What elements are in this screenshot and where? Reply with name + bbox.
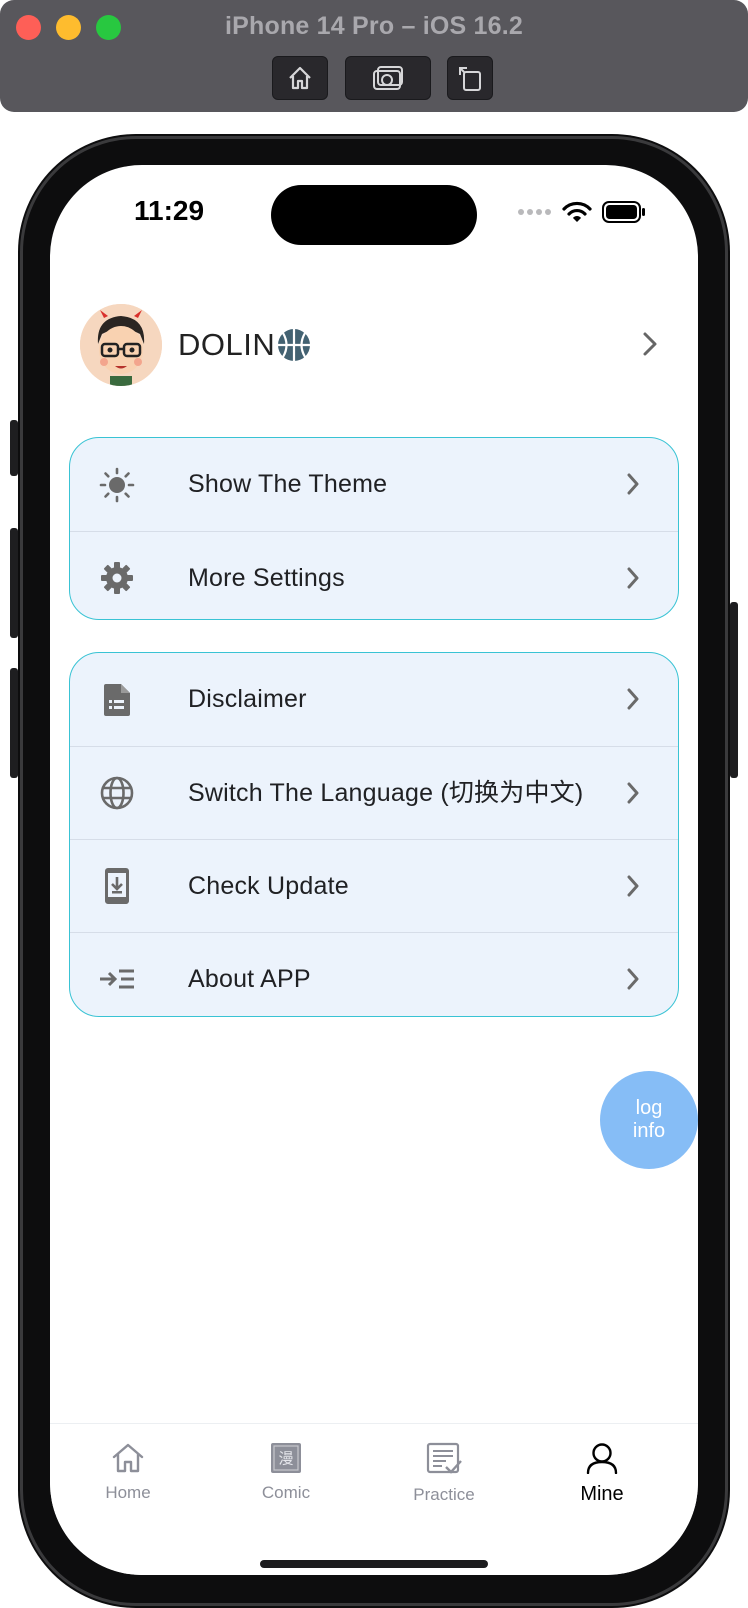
status-time: 11:29 — [134, 195, 205, 226]
phone-download-icon — [98, 867, 136, 905]
chevron-right-icon — [627, 968, 639, 990]
avatar — [80, 304, 162, 386]
tab-label: Comic — [261, 1483, 311, 1502]
screenshot-icon — [373, 66, 403, 90]
disclaimer-row[interactable]: Disclaimer — [70, 653, 678, 746]
chevron-right-icon — [627, 567, 639, 589]
screenshot-button[interactable] — [345, 56, 431, 100]
more-settings-row[interactable]: More Settings — [70, 531, 678, 619]
gear-icon — [98, 559, 136, 597]
row-label: Show The Theme — [188, 470, 388, 498]
simulator-title: iPhone 14 Pro – iOS 16.2 — [225, 12, 523, 40]
dynamic-island — [271, 185, 477, 245]
battery-icon — [602, 201, 645, 223]
fab-label-line1: log — [635, 1097, 663, 1119]
settings-card-2: Disclaimer Switch The Language (切换为中文) C… — [69, 652, 679, 1017]
check-update-row[interactable]: Check Update — [70, 839, 678, 932]
power-button — [730, 602, 738, 778]
mute-switch — [10, 420, 18, 476]
comic-glyph: 漫 — [278, 1450, 293, 1468]
document-icon — [98, 681, 136, 719]
tab-label: Mine — [580, 1483, 624, 1505]
chevron-right-icon — [627, 782, 639, 804]
basketball-icon — [278, 329, 311, 361]
rotate-button[interactable] — [447, 56, 493, 100]
cellular-dots-icon — [518, 209, 551, 215]
chevron-right-icon — [627, 688, 639, 710]
person-icon — [586, 1443, 618, 1475]
tab-comic[interactable]: 漫 Comic — [226, 1442, 346, 1503]
tab-practice[interactable]: Practice — [384, 1442, 504, 1505]
row-label: Check Update — [188, 871, 349, 900]
chevron-right-icon — [627, 473, 639, 495]
comic-icon: 漫 — [271, 1443, 301, 1473]
home-icon — [112, 1443, 144, 1473]
status-icons — [518, 201, 646, 223]
row-label: Disclaimer — [188, 685, 307, 713]
home-icon — [289, 66, 311, 90]
show-theme-row[interactable]: Show The Theme — [70, 438, 678, 531]
tab-home[interactable]: Home — [68, 1442, 188, 1503]
sun-icon — [98, 466, 136, 504]
rotate-icon — [459, 67, 481, 91]
row-label: Switch The Language (切换为中文) — [188, 778, 584, 807]
tab-bar: Home 漫 Comic Practice Mine — [50, 1423, 698, 1575]
row-label: More Settings — [188, 563, 345, 592]
profile-name: DOLIN — [178, 327, 276, 362]
switch-language-row[interactable]: Switch The Language (切换为中文) — [70, 746, 678, 839]
row-label: About APP — [188, 964, 311, 993]
log-info-button[interactable]: log info — [600, 1071, 698, 1169]
tab-label: Home — [105, 1483, 151, 1502]
indent-icon — [98, 960, 136, 998]
profile-row[interactable]: DOLIN — [80, 303, 668, 387]
app-screen: 11:29 DOLIN Show The Theme More Settings… — [50, 165, 698, 1575]
tab-mine[interactable]: Mine — [542, 1442, 662, 1506]
about-app-row[interactable]: About APP — [70, 932, 678, 1016]
globe-icon — [98, 774, 136, 812]
wifi-icon — [562, 201, 592, 222]
simulator-toolbar: iPhone 14 Pro – iOS 16.2 — [0, 0, 748, 112]
volume-up-button — [10, 528, 18, 638]
home-indicator — [260, 1560, 488, 1568]
volume-down-button — [10, 668, 18, 778]
chevron-right-icon — [643, 332, 657, 356]
settings-card-1: Show The Theme More Settings — [69, 437, 679, 620]
fab-label-line2: info — [632, 1120, 666, 1142]
home-button[interactable] — [272, 56, 328, 100]
practice-icon — [426, 1442, 462, 1474]
chevron-right-icon — [627, 875, 639, 897]
tab-label: Practice — [413, 1485, 475, 1504]
